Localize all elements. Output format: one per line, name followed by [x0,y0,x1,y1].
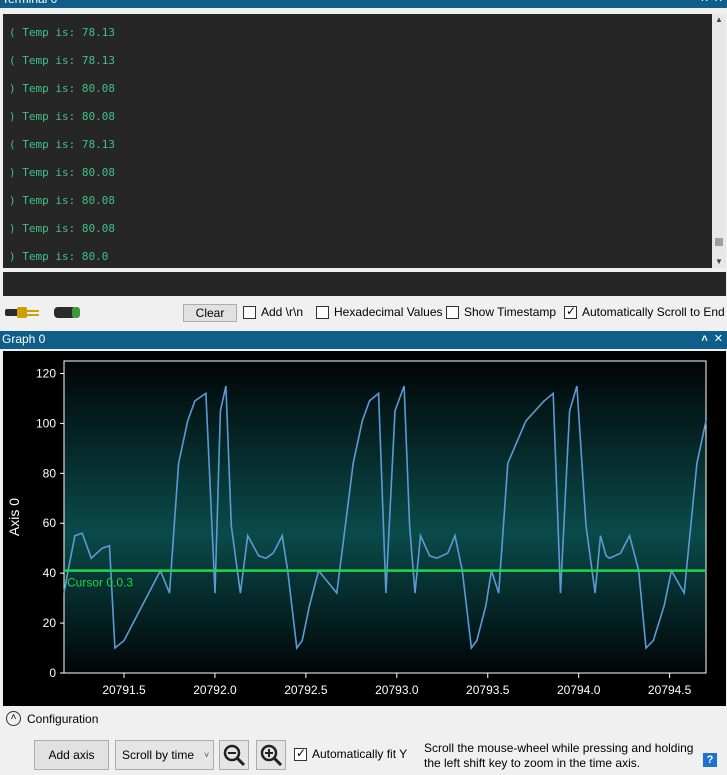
disconnect-plug-icon[interactable] [52,304,92,320]
terminal-line: ( Temp is: 78.13 [9,54,115,67]
autoscroll-box[interactable] [564,304,577,319]
graph-title: Graph 0 [2,332,46,346]
y-tick-label: 80 [43,466,57,480]
graph-titlebar: Graph 0 ˄ ✕ [0,331,727,349]
zoom-in-icon [260,744,283,767]
plot-background [63,360,707,674]
add-axis-button[interactable]: Add axis [34,740,109,770]
configuration-label: Configuration [27,711,99,726]
add-crlf-checkbox[interactable]: Add \r\n [243,305,303,319]
terminal-toolbar: Clear Add \r\n Hexadecimal Values Show T… [0,300,727,326]
x-tick-label: 20792.0 [193,683,237,697]
close-icon[interactable]: ✕ [714,0,723,8]
hex-values-label: Hexadecimal Values [334,305,443,319]
show-timestamp-checkbox[interactable]: Show Timestamp [446,305,556,319]
hex-values-checkbox[interactable]: Hexadecimal Values [316,305,443,319]
y-tick-label: 0 [49,666,56,680]
scroll-mode-select[interactable]: Scroll by time ˅ [115,740,214,770]
y-tick-label: 60 [43,516,57,530]
zoom-hint: Scroll the mouse-wheel while pressing an… [424,741,694,770]
zoom-in-button[interactable] [256,740,286,770]
terminal-line: ) Temp is: 80.08 [9,194,115,207]
y-axis-label: Axis 0 [6,498,22,536]
terminal-line: ( Temp is: 78.13 [9,26,115,39]
scroll-mode-value: Scroll by time [122,748,195,762]
add-crlf-label: Add \r\n [261,305,304,319]
line-chart[interactable]: 0 20 40 60 80 100 120 20791.5 20792.0 20792.5 207… [3,351,726,706]
auto-fit-y-label: Automatically fit Y [312,747,408,761]
terminal-scrollbar[interactable]: ▲ ▼ [712,14,726,268]
connect-plug-icon[interactable] [3,304,43,320]
collapse-icon[interactable]: ˄ [701,331,707,349]
y-tick-label: 20 [43,616,57,630]
chevron-up-icon[interactable]: ˄ [6,711,21,726]
configuration-toggle[interactable]: ˄ Configuration [6,711,98,726]
cursor-label: Cursor 0.0.3 [67,576,133,590]
y-tick-label: 120 [36,366,56,380]
terminal-line: ) Temp is: 80.08 [9,82,115,95]
terminal-title: Terminal 0 [2,0,57,8]
zoom-out-icon [223,744,246,767]
terminal-line: ) Temp is: 80.0 [9,250,109,263]
show-timestamp-box[interactable] [446,305,459,319]
terminal-line: ) Temp is: 80.08 [9,166,115,179]
x-tick-label: 20791.5 [102,683,146,697]
zoom-out-button[interactable] [219,740,249,770]
clear-button[interactable]: Clear [183,304,237,322]
close-icon[interactable]: ✕ [714,331,723,349]
auto-fit-y-box[interactable] [294,746,307,761]
terminal-line: ) Temp is: 80.08 [9,222,115,235]
scroll-down-icon[interactable]: ▼ [712,256,726,268]
chevron-down-icon: ˅ [204,750,210,760]
x-tick-label: 20793.5 [466,683,510,697]
hex-values-box[interactable] [316,305,329,319]
send-input[interactable] [3,272,726,296]
y-tick-label: 100 [36,416,56,430]
configuration-panel: ˄ Configuration Add axis Scroll by time … [0,706,727,775]
autoscroll-label: Automatically Scroll to End [582,305,725,319]
show-timestamp-label: Show Timestamp [464,305,557,319]
autoscroll-checkbox[interactable]: Automatically Scroll to End [564,304,725,319]
x-tick-label: 20794.0 [557,683,601,697]
graph-area[interactable]: 0 20 40 60 80 100 120 20791.5 20792.0 20792.5 207… [3,351,726,706]
x-tick-label: 20792.5 [284,683,328,697]
auto-fit-y-checkbox[interactable]: Automatically fit Y [294,746,408,761]
y-tick-label: 40 [43,566,57,580]
scroll-up-icon[interactable]: ▲ [712,14,726,26]
terminal-line: ( Temp is: 78.13 [9,138,115,151]
terminal-output[interactable]: ( Temp is: 78.13 ( Temp is: 78.13 ) Temp i… [3,14,726,268]
help-icon[interactable]: ? [703,753,717,767]
scrollbar-thumb[interactable] [715,238,723,246]
add-crlf-box[interactable] [243,305,256,319]
x-tick-label: 20794.5 [648,683,692,697]
x-tick-label: 20793.0 [375,683,419,697]
terminal-line: ) Temp is: 80.08 [9,110,115,123]
collapse-icon[interactable]: ˄ [701,0,707,8]
terminal-titlebar: Terminal 0 ˄ ✕ [0,0,727,8]
